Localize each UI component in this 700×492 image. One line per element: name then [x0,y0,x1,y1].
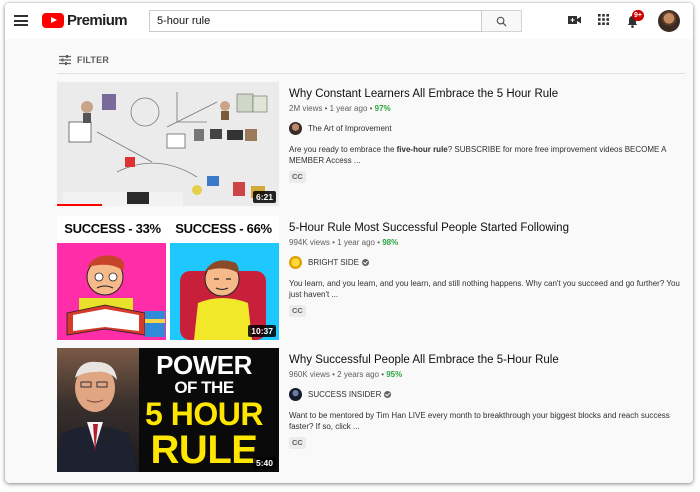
video-description: You learn, and you learn, and you learn,… [289,279,680,299]
thumbnail-speaker-photo [57,348,139,472]
channel-avatar [289,256,302,269]
video-thumbnail[interactable]: 6:21 [57,82,279,206]
thumbnail-left-text: SUCCESS - 33% [64,221,161,236]
video-thumbnail[interactable]: SUCCESS - 33% SUCCESS - 66% 10:37 [57,216,279,340]
cc-badge: CC [289,170,306,183]
youtube-window: Premium 5-hour rule 9+ FILTER 6:21 Why C… [5,3,693,483]
video-thumbnail[interactable]: POWER OF THE 5 HOUR RULE 5:40 [57,348,279,472]
view-count: 2M views [289,104,323,113]
upload-age: 1 year ago [329,104,368,113]
create-video-icon[interactable] [568,14,581,26]
thumbnail-right-text: SUCCESS - 66% [175,221,272,236]
video-meta: 960K views • 2 years ago • 95% [289,370,403,379]
whiteboard-illustration [57,82,279,206]
video-duration: 5:40 [252,457,276,469]
video-title[interactable]: Why Constant Learners All Embrace the 5 … [289,87,685,102]
video-result[interactable]: POWER OF THE 5 HOUR RULE 5:40 Why Succes… [57,348,685,472]
speaker-illustration [57,361,137,472]
video-description: Want to be mentored by Tim Han LIVE ever… [289,411,670,431]
thumbnail-line-3: 5 HOUR [145,396,263,432]
channel-avatar [289,122,302,135]
description-highlight: five-hour rule [396,145,448,154]
description-text: Are you ready to embrace the [289,145,397,154]
video-title[interactable]: Why Successful People All Embrace the 5-… [289,353,685,368]
cc-badge: CC [289,304,306,317]
channel-link[interactable]: SUCCESS INSIDER [289,388,685,401]
verified-check-icon [384,391,392,398]
filter-button[interactable]: FILTER [59,55,109,65]
video-duration: 6:21 [252,191,276,203]
search-icon [496,16,507,27]
filter-divider [57,73,685,74]
video-info: Why Constant Learners All Embrace the 5 … [289,82,685,184]
filter-sliders-icon [59,55,71,65]
channel-name: The Art of Improvement [308,124,392,133]
top-bar: Premium 5-hour rule 9+ [5,3,693,39]
video-description: Are you ready to embrace the five-hour r… [289,144,685,166]
apps-grid-icon[interactable] [598,14,609,25]
video-meta: 2M views • 1 year ago • 97% [289,104,391,113]
channel-name: BRIGHT SIDE [308,258,359,267]
video-info: 5-Hour Rule Most Successful People Start… [289,216,685,318]
thumbnail-line-1: POWER [156,350,252,380]
search-button[interactable] [482,10,522,32]
upload-age: 2 years ago [337,370,379,379]
channel-link[interactable]: The Art of Improvement [289,122,685,135]
channel-link[interactable]: BRIGHT SIDE [289,256,685,269]
video-info: Why Successful People All Embrace the 5-… [289,348,685,450]
upload-age: 1 year ago [337,238,375,247]
view-count: 960K views [289,370,330,379]
logo-text: Premium [67,12,128,29]
video-result[interactable]: 6:21 Why Constant Learners All Embrace t… [57,82,685,206]
rating-percent: 97% [374,104,391,113]
thumbnail-left-panel [57,243,166,340]
account-avatar[interactable] [658,10,680,32]
youtube-premium-logo[interactable]: Premium [42,12,128,29]
cartoon-reader-illustration [66,255,165,337]
view-count: 994K views [289,238,330,247]
channel-avatar [289,388,302,401]
youtube-play-icon [42,13,64,28]
search-input[interactable]: 5-hour rule [149,10,482,32]
verified-check-icon [361,259,369,266]
rating-percent: 95% [386,370,403,379]
video-result[interactable]: SUCCESS - 33% SUCCESS - 66% 10:37 5-Hour… [57,216,685,340]
menu-icon[interactable] [14,15,28,26]
thumbnail-line-2: OF THE [174,378,234,397]
video-meta: 994K views • 1 year ago • 98% [289,238,399,247]
rating-percent: 98% [382,238,399,247]
video-duration: 10:37 [248,325,276,337]
filter-label: FILTER [77,55,110,65]
cc-badge: CC [289,436,306,449]
channel-name: SUCCESS INSIDER [308,390,382,399]
notification-count-badge: 9+ [632,10,644,21]
video-title[interactable]: 5-Hour Rule Most Successful People Start… [289,221,685,236]
